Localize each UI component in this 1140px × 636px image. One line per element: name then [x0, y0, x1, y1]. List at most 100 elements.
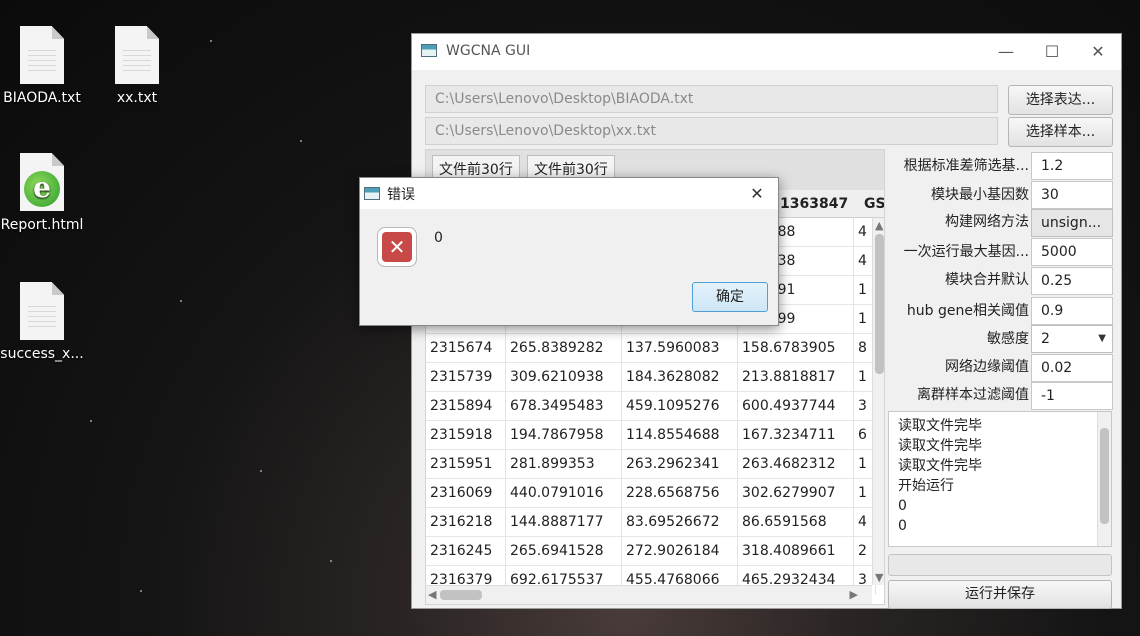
table-cell[interactable]: 114.8554688	[622, 421, 738, 450]
column-header[interactable]: GS	[864, 190, 884, 218]
table-row[interactable]: 2315894 678.3495483 459.1095276 600.4937744…	[426, 392, 876, 421]
scroll-thumb[interactable]	[440, 590, 482, 600]
window-titlebar[interactable]: WGCNA GUI — ☐ ✕	[412, 34, 1121, 70]
table-cell[interactable]: 184.3628082	[622, 363, 738, 392]
max-genes-input[interactable]: 5000	[1031, 238, 1113, 266]
table-cell[interactable]: 2316069	[426, 479, 506, 508]
table-cell[interactable]: 2315739	[426, 363, 506, 392]
table-row[interactable]: 2315951 281.899353 263.2962341 263.4682312 1	[426, 450, 876, 479]
scroll-down-icon[interactable]: ▼	[875, 571, 883, 584]
table-cell[interactable]: 194.7867958	[506, 421, 622, 450]
log-scrollbar[interactable]	[1097, 412, 1111, 546]
text-file-icon	[20, 282, 64, 340]
table-cell[interactable]: 137.5960083	[622, 334, 738, 363]
table-cell[interactable]: 318.4089661	[738, 537, 854, 566]
edge-threshold-input[interactable]: 0.02	[1031, 354, 1113, 382]
log-line: 开始运行	[898, 478, 954, 494]
app-window-icon	[421, 44, 437, 57]
select-expression-button[interactable]: 选择表达...	[1008, 85, 1113, 115]
desktop-file-biaoda[interactable]: BIAODA.txt	[0, 26, 92, 106]
table-cell[interactable]: 2316245	[426, 537, 506, 566]
label-min-module: 模块最小基因数	[931, 187, 1029, 203]
star	[180, 300, 182, 302]
network-method-select[interactable]: unsign...	[1031, 209, 1113, 237]
sd-filter-input[interactable]: 1.2	[1031, 152, 1113, 180]
table-vertical-scrollbar[interactable]: ▲ ▼	[872, 218, 884, 585]
table-cell[interactable]: 459.1095276	[622, 392, 738, 421]
label-max-genes: 一次运行最大基因...	[903, 244, 1029, 260]
table-row[interactable]: 2315918 194.7867958 114.8554688 167.3234711…	[426, 421, 876, 450]
text-file-icon	[115, 26, 159, 84]
log-line: 0	[898, 518, 907, 534]
table-cell[interactable]: 213.8818817	[738, 363, 854, 392]
log-line: 读取文件完毕	[898, 438, 982, 454]
desktop-file-success[interactable]: success_x...	[0, 282, 92, 362]
expression-file-path[interactable]: C:\Users\Lenovo\Desktop\BIAODA.txt	[425, 85, 998, 113]
hub-gene-input[interactable]: 0.9	[1031, 297, 1113, 325]
table-cell[interactable]: 2315674	[426, 334, 506, 363]
table-cell[interactable]: 144.8887177	[506, 508, 622, 537]
select-sample-button[interactable]: 选择样本...	[1008, 117, 1113, 147]
table-cell[interactable]: 302.6279907	[738, 479, 854, 508]
table-row[interactable]: 2316218 144.8887177 83.69526672 86.6591568 4	[426, 508, 876, 537]
app-window-icon	[364, 187, 380, 200]
maximize-button[interactable]: ☐	[1029, 34, 1075, 70]
table-cell[interactable]: 309.6210938	[506, 363, 622, 392]
table-cell[interactable]: 86.6591568	[738, 508, 854, 537]
table-row[interactable]: 2316069 440.0791016 228.6568756 302.6279907…	[426, 479, 876, 508]
desktop-icon-label: BIAODA.txt	[3, 90, 81, 106]
ok-button[interactable]: 确定	[692, 282, 768, 312]
table-cell[interactable]: 678.3495483	[506, 392, 622, 421]
star	[90, 420, 92, 422]
scroll-thumb[interactable]	[875, 234, 884, 374]
label-sensitivity: 敏感度	[987, 331, 1029, 347]
desktop-file-report[interactable]: e Report.html	[0, 153, 92, 233]
merge-input[interactable]: 0.25	[1031, 267, 1113, 295]
table-cell[interactable]: 263.4682312	[738, 450, 854, 479]
window-title: WGCNA GUI	[446, 43, 531, 59]
log-output[interactable]: 读取文件完毕 读取文件完毕 读取文件完毕 开始运行 0 0	[888, 411, 1112, 547]
scroll-right-icon[interactable]: ▶	[850, 588, 858, 601]
table-row[interactable]: 2315674 265.8389282 137.5960083 158.6783905…	[426, 334, 876, 363]
table-cell[interactable]: 600.4937744	[738, 392, 854, 421]
table-cell[interactable]: 158.6783905	[738, 334, 854, 363]
table-cell[interactable]: 265.6941528	[506, 537, 622, 566]
table-cell[interactable]: 228.6568756	[622, 479, 738, 508]
desktop-icon-label: xx.txt	[116, 90, 158, 106]
dialog-close-button[interactable]: ✕	[736, 178, 778, 209]
table-cell[interactable]: 2316218	[426, 508, 506, 537]
table-cell[interactable]: 281.899353	[506, 450, 622, 479]
scroll-left-icon[interactable]: ◀	[428, 588, 436, 601]
table-row[interactable]: 2315739 309.6210938 184.3628082 213.8818817…	[426, 363, 876, 392]
sensitivity-select[interactable]: 2 ▼	[1031, 325, 1113, 353]
table-row[interactable]: 2316245 265.6941528 272.9026184 318.4089661…	[426, 537, 876, 566]
select-value: unsign...	[1041, 215, 1102, 231]
sample-file-path[interactable]: C:\Users\Lenovo\Desktop\xx.txt	[425, 117, 998, 145]
column-header[interactable]: 1363847	[780, 190, 854, 218]
log-line: 0	[898, 498, 907, 514]
table-cell[interactable]: 2315918	[426, 421, 506, 450]
star	[210, 40, 212, 42]
dialog-titlebar[interactable]: 错误 ✕	[360, 178, 778, 209]
table-cell[interactable]: 167.3234711	[738, 421, 854, 450]
table-cell[interactable]: 2315951	[426, 450, 506, 479]
table-cell[interactable]: 83.69526672	[622, 508, 738, 537]
table-cell[interactable]: 440.0791016	[506, 479, 622, 508]
label-edge-threshold: 网络边缘阈值	[945, 359, 1029, 375]
table-cell[interactable]: 2315894	[426, 392, 506, 421]
minimize-button[interactable]: —	[983, 34, 1029, 70]
dialog-message: 0	[434, 230, 443, 246]
label-sd-filter: 根据标准差筛选基...	[903, 158, 1029, 174]
close-button[interactable]: ✕	[1075, 34, 1121, 70]
min-module-input[interactable]: 30	[1031, 181, 1113, 209]
outlier-input[interactable]: -1	[1031, 382, 1113, 410]
table-cell[interactable]: 265.8389282	[506, 334, 622, 363]
star	[140, 590, 142, 592]
log-line: 读取文件完毕	[898, 418, 982, 434]
table-horizontal-scrollbar[interactable]: ◀ ▶	[426, 585, 872, 604]
desktop-file-xx[interactable]: xx.txt	[87, 26, 187, 106]
table-cell[interactable]: 263.2962341	[622, 450, 738, 479]
table-cell[interactable]: 272.9026184	[622, 537, 738, 566]
run-and-save-button[interactable]: 运行并保存	[888, 580, 1112, 609]
scroll-up-icon[interactable]: ▲	[875, 219, 883, 232]
